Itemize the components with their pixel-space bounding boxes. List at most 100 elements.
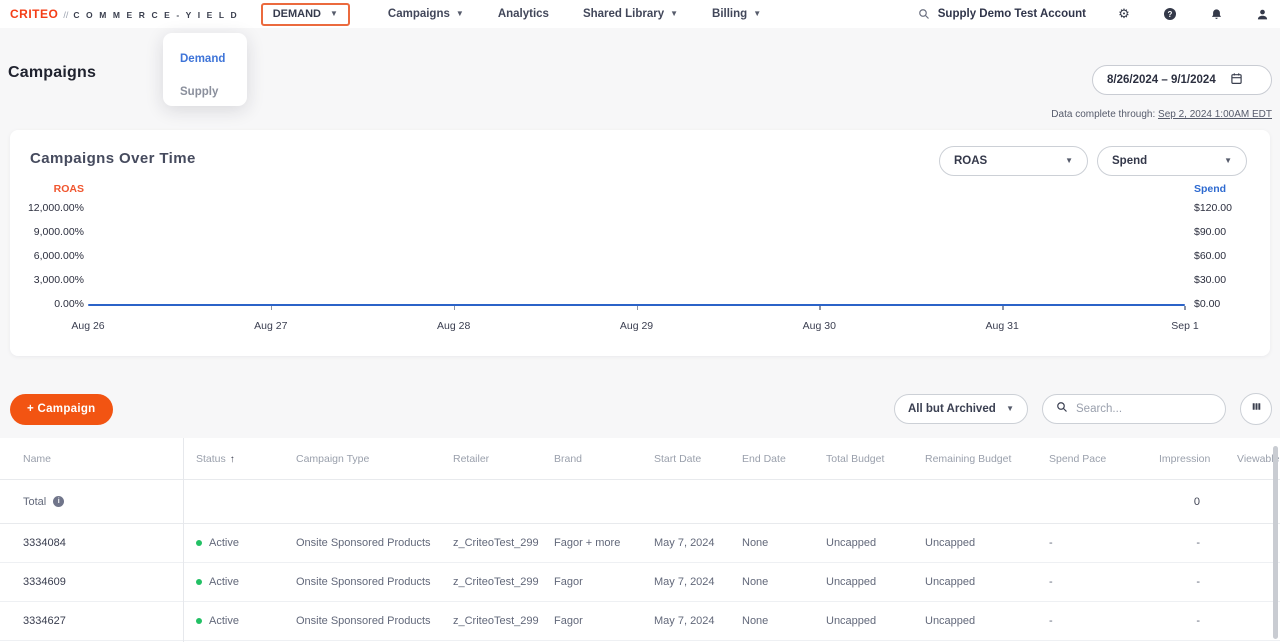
chevron-down-icon: ▼ xyxy=(1006,405,1014,413)
table-row[interactable]: 3334609 Active Onsite Sponsored Products… xyxy=(0,563,1280,602)
x-tick-label: Aug 31 xyxy=(986,320,1019,332)
x-tick-mark xyxy=(1184,306,1186,310)
cell-end-date: None xyxy=(729,537,813,549)
table-row[interactable]: 3334084 Active Onsite Sponsored Products… xyxy=(0,524,1280,563)
campaign-name[interactable]: 3334609 xyxy=(0,576,183,588)
column-settings-button[interactable] xyxy=(1240,393,1272,425)
y-tick-right: $90.00 xyxy=(1194,226,1226,238)
nav-item-analytics[interactable]: Analytics xyxy=(498,8,549,20)
info-icon[interactable]: i xyxy=(53,496,64,507)
nav-right: Supply Demo Test Account ⚙ ? xyxy=(916,6,1270,22)
cell-start-date: May 7, 2024 xyxy=(641,537,729,549)
y-tick-left: 12,000.00% xyxy=(10,202,84,214)
column-header-impressions[interactable]: Impressions xyxy=(1146,453,1210,465)
demand-switcher-label: DEMAND xyxy=(273,8,321,20)
status-dot xyxy=(196,579,202,585)
right-axis-label: Spend xyxy=(1194,183,1226,195)
logo-suite: C O M M E R C E - Y I E L D xyxy=(73,10,238,20)
cell-brand: Fagor + more xyxy=(541,537,641,549)
logo-brand: CRITEO xyxy=(10,7,58,21)
column-header-brand[interactable]: Brand xyxy=(541,453,641,465)
date-range-picker[interactable]: 8/26/2024 – 9/1/2024 xyxy=(1092,65,1272,95)
metric-select-right[interactable]: Spend ▼ xyxy=(1097,146,1247,176)
campaign-name[interactable]: 3334627 xyxy=(0,615,183,627)
account-switcher[interactable]: Supply Demo Test Account xyxy=(916,6,1086,22)
nav-item-shared-library[interactable]: Shared Library ▼ xyxy=(583,8,678,20)
logo-divider: // xyxy=(63,10,68,20)
status-filter-select[interactable]: All but Archived ▼ xyxy=(894,394,1028,424)
chart-metric-selects: ROAS ▼ Spend ▼ xyxy=(939,146,1247,176)
table-row[interactable]: 3334627 Active Onsite Sponsored Products… xyxy=(0,602,1280,641)
column-header-remaining-budget[interactable]: Remaining Budget xyxy=(912,453,1036,465)
campaign-name[interactable]: 3334084 xyxy=(0,537,183,549)
column-header-retailer[interactable]: Retailer xyxy=(440,453,541,465)
left-axis-label: ROAS xyxy=(10,183,84,195)
y-tick-right: $0.00 xyxy=(1194,298,1220,310)
y-tick-right: $60.00 xyxy=(1194,250,1226,262)
cell-start-date: May 7, 2024 xyxy=(641,615,729,627)
column-header-end-date[interactable]: End Date xyxy=(729,453,813,465)
cell-impressions: - xyxy=(1146,576,1210,588)
total-impressions: 0 xyxy=(1146,496,1210,508)
column-header-spend-pace[interactable]: Spend Pace xyxy=(1036,453,1146,465)
data-complete-link[interactable]: Sep 2, 2024 1:00AM EDT xyxy=(1158,109,1272,120)
cell-brand: Fagor xyxy=(541,576,641,588)
y-tick-left: 0.00% xyxy=(10,298,84,310)
cell-remaining-budget: Uncapped xyxy=(912,576,1036,588)
chevron-down-icon: ▼ xyxy=(456,10,464,18)
menu-item-demand[interactable]: Demand xyxy=(163,42,247,75)
user-account-icon[interactable] xyxy=(1254,6,1270,22)
x-tick-label: Aug 30 xyxy=(803,320,836,332)
metric-select-left[interactable]: ROAS ▼ xyxy=(939,146,1088,176)
search-input[interactable] xyxy=(1076,403,1206,415)
cell-total-budget: Uncapped xyxy=(813,576,912,588)
chart-title: Campaigns Over Time xyxy=(30,150,196,167)
vertical-scrollbar[interactable] xyxy=(1273,446,1278,639)
search-icon xyxy=(916,6,932,22)
search-icon xyxy=(1056,400,1068,418)
x-tick-mark xyxy=(454,306,456,310)
demand-switcher-button[interactable]: DEMAND ▼ xyxy=(261,3,350,26)
cell-impressions: - xyxy=(1146,537,1210,549)
table-toolbar: + Campaign All but Archived ▼ xyxy=(10,393,1272,425)
table-header-row: Name Status↑ Campaign Type Retailer Bran… xyxy=(0,438,1280,480)
cell-retailer: z_CriteoTest_299 xyxy=(440,576,541,588)
column-header-status[interactable]: Status↑ xyxy=(183,453,283,465)
column-header-campaign-type[interactable]: Campaign Type xyxy=(283,453,440,465)
x-tick-mark xyxy=(1002,306,1004,310)
x-tick-label: Sep 1 xyxy=(1171,320,1198,332)
table-total-row: Total i 0 xyxy=(0,480,1280,524)
cell-end-date: None xyxy=(729,576,813,588)
status-badge: Active xyxy=(209,576,239,588)
bell-icon[interactable] xyxy=(1208,6,1224,22)
x-tick-mark xyxy=(271,306,273,310)
demand-dropdown-menu: Demand Supply xyxy=(163,33,247,106)
status-badge: Active xyxy=(209,537,239,549)
cell-remaining-budget: Uncapped xyxy=(912,615,1036,627)
column-header-total-budget[interactable]: Total Budget xyxy=(813,453,912,465)
status-dot xyxy=(196,540,202,546)
cell-remaining-budget: Uncapped xyxy=(912,537,1036,549)
nav-item-billing[interactable]: Billing ▼ xyxy=(712,8,761,20)
cell-start-date: May 7, 2024 xyxy=(641,576,729,588)
table-search xyxy=(1042,394,1226,424)
menu-item-supply[interactable]: Supply xyxy=(163,75,247,108)
column-header-start-date[interactable]: Start Date xyxy=(641,453,729,465)
campaigns-over-time-card: Campaigns Over Time ROAS ▼ Spend ▼ ROAS … xyxy=(10,130,1270,356)
top-nav: CRITEO // C O M M E R C E - Y I E L D DE… xyxy=(0,0,1280,28)
column-header-name[interactable]: Name xyxy=(0,453,183,465)
x-tick-mark xyxy=(637,306,639,310)
chevron-down-icon: ▼ xyxy=(753,10,761,18)
cell-retailer: z_CriteoTest_299 xyxy=(440,615,541,627)
column-header-viewable[interactable]: Viewable xyxy=(1210,453,1280,465)
criteo-logo[interactable]: CRITEO // C O M M E R C E - Y I E L D xyxy=(10,7,239,21)
chevron-down-icon: ▼ xyxy=(1065,157,1073,165)
new-campaign-button[interactable]: + Campaign xyxy=(10,394,113,425)
cell-campaign-type: Onsite Sponsored Products xyxy=(283,537,440,549)
y-tick-right: $30.00 xyxy=(1194,274,1226,286)
total-label: Total xyxy=(23,496,46,508)
gear-icon[interactable]: ⚙ xyxy=(1116,6,1132,22)
help-icon[interactable]: ? xyxy=(1162,6,1178,22)
nav-item-campaigns[interactable]: Campaigns ▼ xyxy=(388,8,464,20)
campaigns-table: Name Status↑ Campaign Type Retailer Bran… xyxy=(0,438,1280,642)
